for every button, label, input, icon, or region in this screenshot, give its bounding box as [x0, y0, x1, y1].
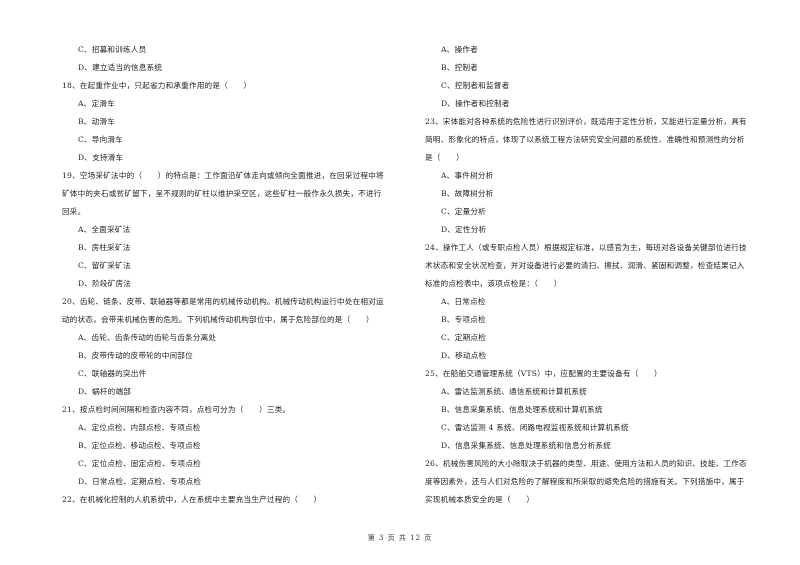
answer-option: C、招募和训练人员 [78, 45, 147, 54]
right-column: A、操作者 B、控制者 C、控制者和监督者 D、操作者和控制者 23、宋体能对各种系统的… [425, 41, 785, 509]
answer-option: B、皮带传动的皮带轮的中间部位 [78, 351, 193, 360]
left-column: C、招募和训练人员 D、建立适当的信息系统 18、在起重作业中，只起省力和承重作用的… [62, 41, 412, 509]
answer-option: D、信息采集系统、信息处理系统和信息分析系统 [441, 441, 611, 450]
question-text: 标准的点检表中，该项点检是：（ ） [425, 279, 562, 288]
question-text: 简明、形象化的特点，体现了以系统工程方法研究安全问题的系统性、准确性和预测性的分… [425, 135, 745, 144]
answer-option: A、日常点检 [441, 297, 486, 306]
answer-option: B、控制者 [441, 63, 478, 72]
question-text: 20、齿轮、链条、皮带、联轴器等都是常用的机械传动机构。机械传动机构运行中处在相… [62, 297, 384, 306]
question-text: 是（ ） [425, 153, 464, 162]
question-text: 25、在船舶交通管理系统（VTS）中，应配置的主要设备有（ ） [425, 369, 662, 378]
answer-option: A、雷达监测系统、通信系统和计算机系统 [441, 387, 587, 396]
question-text: 度等因素外，还与人们对危险的了解程度和所采取的避免危险的措施有关。下列措施中，属… [425, 477, 745, 486]
answer-option: B、故障树分析 [441, 189, 494, 198]
question-text: 术状态和安全状况检查，并对设备进行必要的清扫、擦拭、润滑、紧固和调整，检查结果记… [425, 261, 745, 270]
answer-option: C、联轴器的突出件 [78, 369, 147, 378]
question-text: 18、在起重作业中，只起省力和承重作用的是（ ） [62, 81, 252, 90]
answer-option: C、雷达监测 4 系统、闭路电视监视系统和计算机系统 [441, 423, 629, 432]
answer-option: B、专项点检 [441, 315, 486, 324]
answer-option: C、导向滑车 [78, 135, 123, 144]
question-text: 26、机械伤害风险的大小除取决于机器的类型、用途、使用方法和人员的知识、技能、工… [425, 459, 747, 468]
answer-option: A、操作者 [441, 45, 478, 54]
answer-option: A、全面采矿法 [78, 225, 131, 234]
answer-option: C、留矿采矿法 [78, 261, 131, 270]
answer-option: D、建立适当的信息系统 [78, 63, 163, 72]
answer-option: B、定位点检、移动点检、专项点检 [78, 441, 201, 450]
question-text: 回采。 [62, 207, 86, 216]
answer-option: A、定滑车 [78, 99, 115, 108]
question-text: 23、宋体能对各种系统的危险性进行识别评价，既适用于定性分析，又能进行定量分析，… [425, 117, 747, 126]
answer-option: D、日常点检、定期点检、专项点检 [78, 477, 202, 486]
answer-option: C、定位点检、固定点检、专项点检 [78, 459, 201, 468]
answer-option: C、定期点检 [441, 333, 486, 342]
answer-option: D、阶段矿房法 [78, 279, 132, 288]
answer-option: D、支持滑车 [78, 153, 124, 162]
question-text: 实现机械本质安全的是（ ） [425, 495, 535, 504]
question-text: 22、在机械化控制的人机系统中，人在系统中主要充当生产过程的（ ） [62, 495, 322, 504]
answer-option: D、移动点检 [441, 351, 487, 360]
answer-option: C、控制者和监督者 [441, 81, 510, 90]
question-text: 矿体中的夹石或贫矿留下，呈不规则的矿柱以维护采空区，这些矿柱一般作永久损失，不进… [62, 189, 382, 198]
answer-option: B、动滑车 [78, 117, 115, 126]
page-number: 第 3 页 共 12 页 [367, 534, 433, 542]
answer-option: A、定位点检、内部点检、专项点检 [78, 423, 201, 432]
question-text: 19、空场采矿法中的（ ）的特点是：工作面沿矿体走向或倾向全面推进，在回采过程中… [62, 171, 384, 180]
answer-option: D、蜗杆的端部 [78, 387, 132, 396]
answer-option: B、房柱采矿法 [78, 243, 131, 252]
question-text: 动的状态，会带来机械伤害的危险。下列机械传动机构部位中，属于危险部位的是（ ） [62, 315, 374, 324]
answer-option: D、定性分析 [441, 225, 487, 234]
question-text: 21、按点检时间间隔和检查内容不同，点检可分为（ ）三类。 [62, 405, 291, 414]
answer-option: A、齿轮、齿条传动的齿轮与齿条分离处 [78, 333, 217, 342]
question-text: 24、操作工人（或专职点检人员）根据规定标准，以感官为主，每班对各设备关键部位进… [425, 243, 747, 252]
answer-option: C、定量分析 [441, 207, 486, 216]
answer-option: D、操作者和控制者 [441, 99, 510, 108]
answer-option: B、信息采集系统、信息处理系统和计算机系统 [441, 405, 603, 414]
answer-option: A、事件树分析 [441, 171, 494, 180]
